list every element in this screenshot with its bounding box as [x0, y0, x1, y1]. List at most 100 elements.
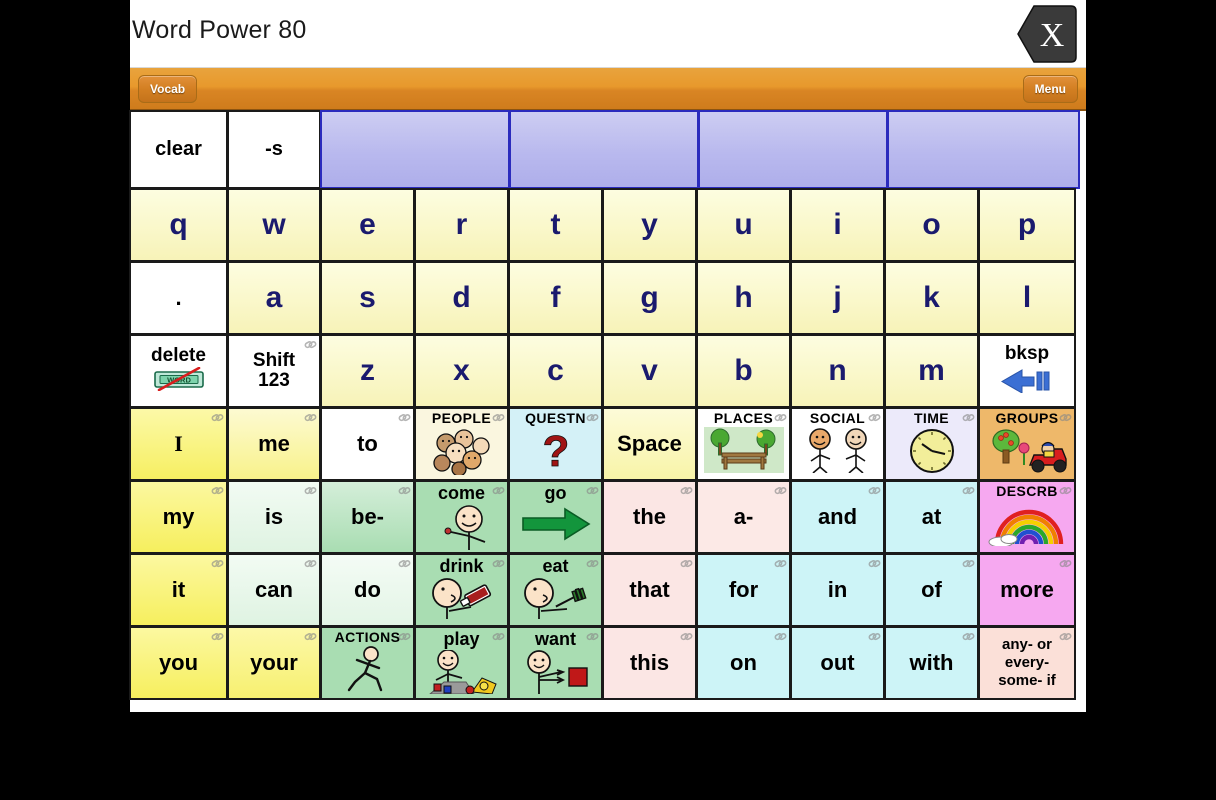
key-i[interactable]: i [790, 188, 885, 262]
link-icon [397, 629, 412, 644]
word-cell-can[interactable]: can [227, 553, 321, 627]
key-q[interactable]: q [129, 188, 228, 262]
key-r[interactable]: r [414, 188, 509, 262]
link-icon [585, 556, 600, 571]
word-cell-be[interactable]: be- [320, 480, 415, 554]
word-cell-you[interactable]: you [129, 626, 228, 700]
word-cell-my[interactable]: my [129, 480, 228, 554]
word-cell-this[interactable]: this [602, 626, 697, 700]
close-icon[interactable]: X [1016, 2, 1078, 66]
link-icon [303, 410, 318, 425]
folder-cell-people[interactable]: PEOPLE [414, 407, 509, 481]
word-cell-come[interactable]: come [414, 480, 509, 554]
key-n[interactable]: n [790, 334, 885, 408]
message-display-2[interactable] [509, 110, 699, 189]
folder-cell-groups[interactable]: GROUPS [978, 407, 1076, 481]
key-k[interactable]: k [884, 261, 979, 335]
word-cell-for[interactable]: for [696, 553, 791, 627]
folder-cell-descrb[interactable]: DESCRB [978, 480, 1076, 554]
word-cell-is[interactable]: is [227, 480, 321, 554]
word-cell-on[interactable]: on [696, 626, 791, 700]
green-arrow-icon [519, 504, 593, 549]
key-x[interactable]: x [414, 334, 509, 408]
key-j[interactable]: j [790, 261, 885, 335]
title-bar: Word Power 80 X [130, 0, 1086, 68]
person-eating-icon [517, 577, 595, 624]
key-b[interactable]: b [696, 334, 791, 408]
word-cell-play[interactable]: play [414, 626, 509, 700]
tree-car-icon [986, 427, 1068, 478]
vocab-button[interactable]: Vocab [138, 75, 198, 103]
message-display-3[interactable] [698, 110, 888, 189]
key-z[interactable]: z [320, 334, 415, 408]
key-s[interactable]: s [320, 261, 415, 335]
folder-cell-actions[interactable]: ACTIONS [320, 626, 415, 700]
word-cell-to[interactable]: to [320, 407, 415, 481]
delete-word-button[interactable]: delete WORD [129, 334, 228, 408]
key-e[interactable]: e [320, 188, 415, 262]
word-cell-out[interactable]: out [790, 626, 885, 700]
backspace-button[interactable]: bksp [978, 334, 1076, 408]
folder-cell-places[interactable]: PLACES [696, 407, 791, 481]
key-period[interactable]: . [129, 261, 228, 335]
shift-123-button[interactable]: Shift 123 [227, 334, 321, 408]
person-waving-icon [427, 504, 497, 552]
word-cell-that[interactable]: that [602, 553, 697, 627]
word-cell-want[interactable]: want [508, 626, 603, 700]
link-icon [303, 337, 318, 352]
folder-cell-time[interactable]: TIME [884, 407, 979, 481]
key-g[interactable]: g [602, 261, 697, 335]
menu-button[interactable]: Menu [1022, 75, 1078, 103]
word-cell-at[interactable]: at [884, 480, 979, 554]
word-cell-any-every-some-if[interactable]: any- or every- some- if [978, 626, 1076, 700]
plural-s-button[interactable]: -s [227, 110, 321, 189]
key-l[interactable]: l [978, 261, 1076, 335]
word-cell-do[interactable]: do [320, 553, 415, 627]
clear-button[interactable]: clear [129, 110, 228, 189]
key-w[interactable]: w [227, 188, 321, 262]
folder-cell-questn[interactable]: QUESTN ? [508, 407, 603, 481]
word-cell-me[interactable]: me [227, 407, 321, 481]
folder-cell-social[interactable]: SOCIAL [790, 407, 885, 481]
word-cell-i[interactable]: I [129, 407, 228, 481]
word-cell-in[interactable]: in [790, 553, 885, 627]
message-display-4[interactable] [887, 110, 1080, 189]
word-cell-it[interactable]: it [129, 553, 228, 627]
word-cell-go[interactable]: go [508, 480, 603, 554]
word-cell-a-prefix[interactable]: a- [696, 480, 791, 554]
word-cell-eat[interactable]: eat [508, 553, 603, 627]
word-cell-the[interactable]: the [602, 480, 697, 554]
word-cell-and[interactable]: and [790, 480, 885, 554]
key-d[interactable]: d [414, 261, 509, 335]
link-icon [961, 410, 976, 425]
key-t[interactable]: t [508, 188, 603, 262]
link-icon [303, 483, 318, 498]
person-drinking-icon [423, 577, 501, 624]
key-c[interactable]: c [508, 334, 603, 408]
key-u[interactable]: u [696, 188, 791, 262]
link-icon [1058, 556, 1073, 571]
link-icon [867, 556, 882, 571]
link-icon [210, 410, 225, 425]
key-v[interactable]: v [602, 334, 697, 408]
word-cell-drink[interactable]: drink [414, 553, 509, 627]
word-cell-space[interactable]: Space [602, 407, 697, 481]
key-a[interactable]: a [227, 261, 321, 335]
people-faces-icon [426, 427, 498, 479]
key-p[interactable]: p [978, 188, 1076, 262]
link-icon [1058, 483, 1073, 498]
link-icon [210, 483, 225, 498]
park-bench-icon [703, 426, 784, 478]
key-o[interactable]: o [884, 188, 979, 262]
word-cell-your[interactable]: your [227, 626, 321, 700]
key-y[interactable]: y [602, 188, 697, 262]
word-cell-of[interactable]: of [884, 553, 979, 627]
message-display-1[interactable] [320, 110, 510, 189]
key-m[interactable]: m [884, 334, 979, 408]
word-cell-with[interactable]: with [884, 626, 979, 700]
key-h[interactable]: h [696, 261, 791, 335]
key-f[interactable]: f [508, 261, 603, 335]
link-icon [773, 629, 788, 644]
word-cell-more[interactable]: more [978, 553, 1076, 627]
svg-text:?: ? [542, 427, 569, 475]
